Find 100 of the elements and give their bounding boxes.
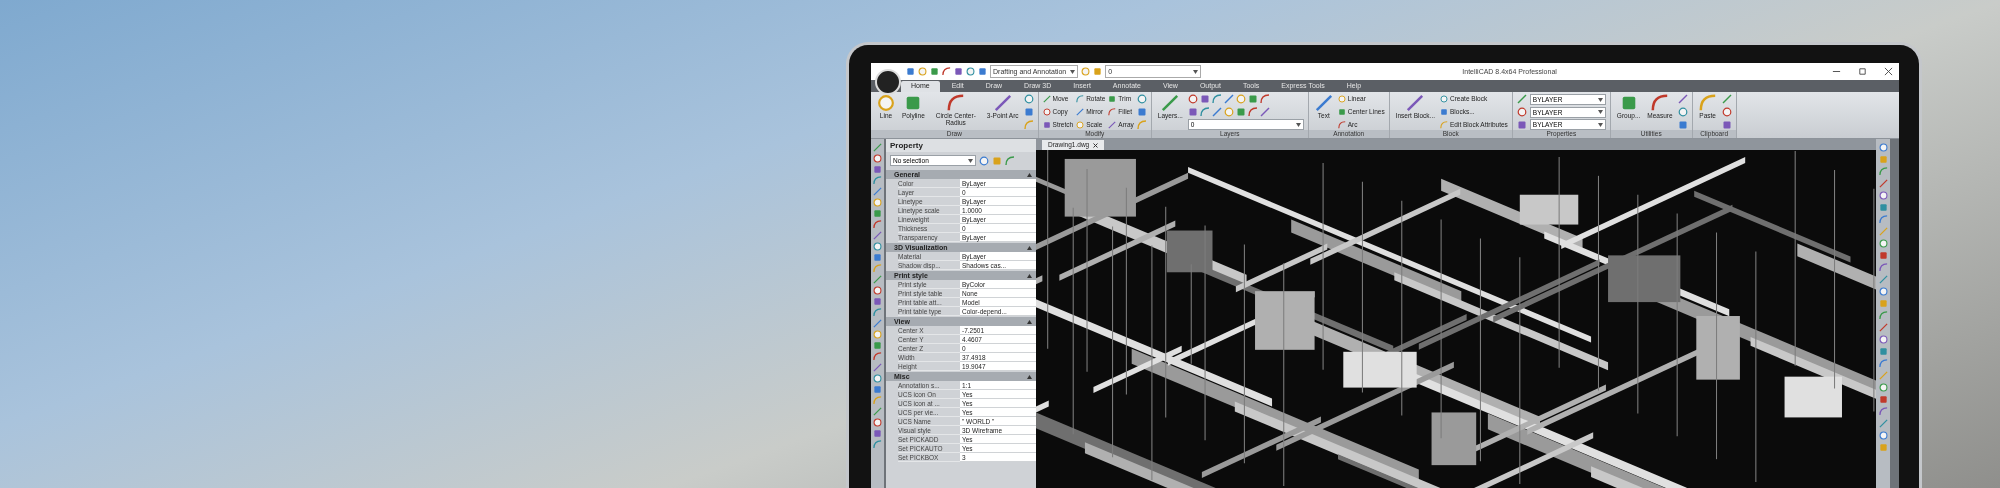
panel-title: Property <box>886 139 1036 152</box>
arc-icon[interactable] <box>1211 94 1222 104</box>
arc-icon[interactable] <box>873 352 882 361</box>
line-icon <box>1108 121 1117 129</box>
square-icon[interactable] <box>873 297 882 306</box>
circle-icon[interactable] <box>1081 67 1091 76</box>
arc-icon[interactable] <box>1878 215 1888 224</box>
circle-icon[interactable] <box>1878 239 1888 248</box>
line-icon[interactable] <box>1677 94 1688 104</box>
circle-icon[interactable] <box>873 374 882 383</box>
square-icon[interactable] <box>954 67 963 76</box>
line-icon[interactable] <box>1878 275 1888 284</box>
square-icon[interactable] <box>1235 106 1246 117</box>
square-icon[interactable] <box>1247 94 1258 104</box>
square-icon[interactable] <box>1878 251 1888 260</box>
square-icon[interactable] <box>873 385 882 394</box>
square-icon[interactable] <box>978 67 987 76</box>
line-icon[interactable] <box>1878 323 1888 332</box>
line-icon[interactable] <box>1878 179 1888 188</box>
app-menu-button[interactable] <box>875 69 901 95</box>
square-icon[interactable] <box>873 165 882 174</box>
circle-icon[interactable] <box>1677 107 1688 117</box>
circle-icon[interactable] <box>1721 107 1732 117</box>
square-icon[interactable] <box>1677 120 1688 130</box>
line-icon[interactable] <box>873 187 882 196</box>
arc-icon[interactable] <box>1247 106 1258 117</box>
square-icon[interactable] <box>906 67 915 76</box>
arc-icon <box>1076 95 1085 103</box>
circle-icon[interactable] <box>966 67 975 76</box>
line-icon[interactable] <box>1259 106 1270 117</box>
circle-icon[interactable] <box>1878 431 1888 440</box>
line-icon[interactable] <box>873 363 882 372</box>
square-icon[interactable] <box>1093 67 1103 76</box>
line-icon <box>1042 95 1051 103</box>
arc-icon[interactable] <box>1259 94 1270 104</box>
close-icon[interactable] <box>1884 67 1893 76</box>
square-icon <box>1108 95 1117 103</box>
circle-icon[interactable] <box>1516 107 1527 117</box>
close-icon[interactable] <box>1093 142 1099 148</box>
square-icon[interactable] <box>1199 94 1210 104</box>
arc-icon[interactable] <box>873 220 882 229</box>
caret-icon <box>1295 122 1301 127</box>
line-icon[interactable] <box>873 231 882 240</box>
caret-icon <box>1597 97 1603 102</box>
maximize-icon[interactable] <box>1858 67 1867 76</box>
circle-icon[interactable] <box>873 418 882 427</box>
square-icon[interactable] <box>1136 107 1147 117</box>
circle-icon[interactable] <box>1187 94 1198 104</box>
line-icon[interactable] <box>1516 94 1527 104</box>
circle-icon[interactable] <box>1878 191 1888 200</box>
arc-icon[interactable] <box>1878 359 1888 368</box>
circle-icon[interactable] <box>1223 106 1234 117</box>
arc-icon[interactable] <box>1199 106 1210 117</box>
circle-icon[interactable] <box>1136 94 1147 104</box>
square-icon <box>1440 108 1448 116</box>
arc-icon <box>946 94 965 112</box>
arc-icon <box>1650 94 1669 112</box>
caret-icon <box>1597 122 1603 127</box>
arc-icon <box>1440 121 1448 129</box>
arc-icon <box>1337 121 1346 129</box>
line-icon[interactable] <box>1211 106 1222 117</box>
circle-icon[interactable] <box>979 155 989 166</box>
line-icon[interactable] <box>873 319 882 328</box>
line-icon <box>1314 94 1333 112</box>
circle-icon[interactable] <box>873 242 882 251</box>
square-icon[interactable] <box>930 67 939 76</box>
square-icon[interactable] <box>1516 120 1527 130</box>
circle-icon[interactable] <box>1878 335 1888 344</box>
circle-icon <box>1042 108 1051 116</box>
square-icon[interactable] <box>1878 395 1888 404</box>
circle-icon[interactable] <box>1878 383 1888 392</box>
circle-icon[interactable] <box>1235 94 1246 104</box>
caret-icon <box>1070 69 1076 74</box>
circle-icon <box>1440 95 1448 103</box>
circle-icon[interactable] <box>1023 94 1034 104</box>
circle-icon[interactable] <box>873 330 882 339</box>
arc-icon[interactable] <box>1878 263 1888 272</box>
square-icon[interactable] <box>873 253 882 262</box>
arc-icon[interactable] <box>1005 155 1015 166</box>
square-icon[interactable] <box>1023 107 1034 117</box>
line-icon[interactable] <box>1721 94 1732 104</box>
circle-icon[interactable] <box>1878 143 1888 152</box>
line-icon[interactable] <box>1878 419 1888 428</box>
arc-icon[interactable] <box>942 67 951 76</box>
circle-icon[interactable] <box>873 154 882 163</box>
line-icon <box>1406 94 1425 112</box>
arc-icon[interactable] <box>1878 407 1888 416</box>
line-icon <box>1161 94 1180 112</box>
arc-icon <box>1698 94 1717 112</box>
line-icon[interactable] <box>1223 94 1234 104</box>
circle-icon[interactable] <box>873 198 882 207</box>
caret-icon <box>1193 69 1199 74</box>
square-icon[interactable] <box>1721 120 1732 130</box>
square-icon[interactable] <box>873 429 882 438</box>
square-icon[interactable] <box>1187 106 1198 117</box>
caret-icon <box>968 158 973 163</box>
circle-icon[interactable] <box>918 67 927 76</box>
circle-icon <box>877 94 895 112</box>
circle-icon[interactable] <box>1878 287 1888 296</box>
circle-icon[interactable] <box>873 286 882 295</box>
